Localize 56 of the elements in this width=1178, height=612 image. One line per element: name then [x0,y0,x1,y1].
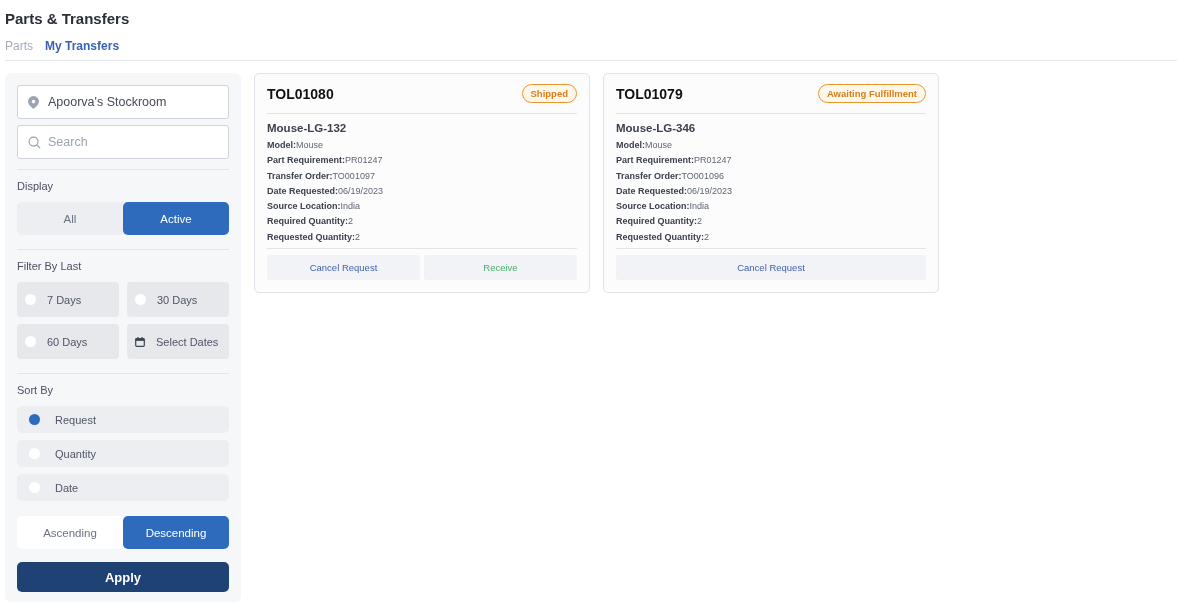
display-toggle[interactable]: Active [123,202,229,235]
field-label: Required Quantity: [267,216,348,227]
filter-option[interactable]: Select Dates [127,324,229,359]
field-value: PR01247 [345,155,383,166]
field-value: 2 [348,216,354,227]
tab[interactable]: My Transfers [45,39,120,53]
calendar-icon [135,336,145,347]
field-label: Model: [616,140,645,150]
status-badge: Awaiting Fulfillment [817,84,926,103]
filter-option[interactable]: 60 Days [17,324,119,359]
field-label: Source Location: [616,201,690,212]
field-value: Mouse [645,140,672,150]
apply-button[interactable]: Apply [17,562,229,592]
field-value: TO001097 [332,170,375,181]
sort-option[interactable]: Quantity [17,440,229,467]
field-value: 2 [697,216,703,227]
transfer-id: TOL01079 [616,85,683,102]
field-label: Model: [267,140,296,150]
field-value: TO001096 [681,170,724,181]
field-label: Part Requirement: [267,155,346,166]
section-label: Display [17,180,55,192]
field-label: Requested Quantity: [267,231,355,242]
section-label: Filter By Last [17,260,83,272]
field-value: PR01247 [694,155,732,166]
field-label: Transfer Order: [267,170,333,181]
part-name: Mouse-LG-346 [616,122,697,134]
field-value: 06/19/2023 [338,185,384,196]
order-toggle[interactable]: Ascending [17,516,123,549]
field-value: Mouse [296,140,323,150]
location-field[interactable]: Apoorva's Stockroom [17,85,229,119]
status-badge: Shipped [521,84,577,103]
field-label: Required Quantity: [616,216,697,227]
section-label: Sort By [17,384,55,396]
cancel-button[interactable]: Cancel Request [267,255,420,281]
order-toggle[interactable]: Descending [123,516,229,549]
sort-option[interactable]: Date [17,474,229,501]
field-label: Date Requested: [616,185,687,196]
field-value: India [689,201,710,212]
part-name: Mouse-LG-132 [267,122,348,134]
cancel-button[interactable]: Cancel Request [616,255,926,281]
page-title: Parts & Transfers [5,10,131,27]
field-label: Source Location: [267,201,341,212]
transfer-id: TOL01080 [267,85,334,102]
field-value: India [340,201,361,212]
field-label: Part Requirement: [616,155,695,166]
filter-option[interactable]: 30 Days [127,282,229,317]
search-field[interactable]: Search [17,125,229,159]
field-label: Date Requested: [267,185,338,196]
field-value: 2 [704,231,710,242]
field-label: Requested Quantity: [616,231,704,242]
field-label: Transfer Order: [616,170,682,181]
field-value: 2 [355,231,361,242]
sort-option[interactable]: Request [17,406,229,433]
display-toggle[interactable]: All [17,202,123,235]
filter-option[interactable]: 7 Days [17,282,119,317]
field-value: 06/19/2023 [687,185,733,196]
